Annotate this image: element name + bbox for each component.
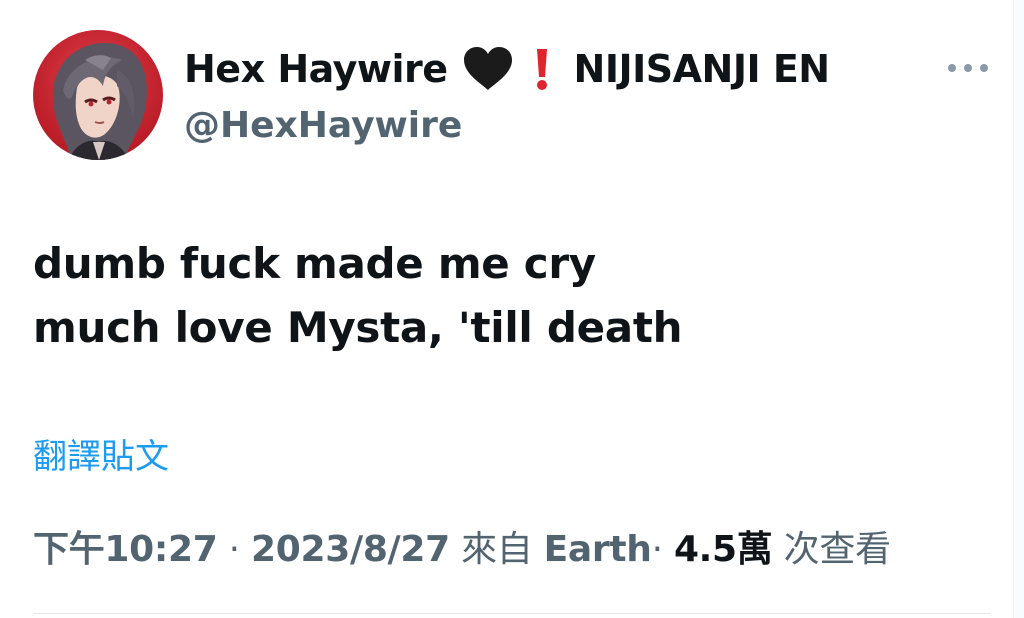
tweet-text: dumb fuck made me cry much love Mysta, '… [33, 232, 964, 360]
tweet-view: Hex Haywire NIJISANJI EN @HexHaywire dum… [0, 0, 1024, 618]
source-prefix: 來自 [461, 529, 533, 570]
more-dots-icon [948, 64, 988, 72]
avatar[interactable] [33, 30, 163, 160]
scrollbar-track[interactable] [1013, 0, 1024, 618]
views-count[interactable]: 4.5萬 [674, 529, 773, 570]
tweet-text-line: much love Mysta, 'till death [33, 303, 683, 352]
tweet-date[interactable]: 2023/8/27 [251, 529, 450, 570]
tweet-source: Earth [543, 529, 652, 570]
author-name-row: Hex Haywire NIJISANJI EN [184, 38, 904, 100]
black-heart-icon [462, 46, 514, 92]
meta-separator: · [228, 529, 240, 570]
author-affiliation: NIJISANJI EN [573, 47, 831, 91]
avatar-image [33, 30, 163, 160]
tweet-meta: 下午10:27 · 2023/8/27 來自 Earth· 4.5萬 次查看 [33, 524, 891, 576]
tweet-text-line: dumb fuck made me cry [33, 239, 596, 288]
divider [33, 613, 991, 614]
more-options-button[interactable] [944, 54, 992, 82]
tweet-header: Hex Haywire NIJISANJI EN @HexHaywire [184, 38, 904, 152]
red-exclamation-icon [534, 47, 550, 91]
translate-post-link[interactable]: 翻譯貼文 [33, 432, 169, 482]
author-handle[interactable]: @HexHaywire [184, 100, 904, 152]
author-display-name[interactable]: Hex Haywire [184, 47, 448, 91]
views-label: 次查看 [783, 529, 891, 570]
tweet-time[interactable]: 下午10:27 [33, 529, 218, 570]
meta-separator: · [651, 529, 663, 570]
